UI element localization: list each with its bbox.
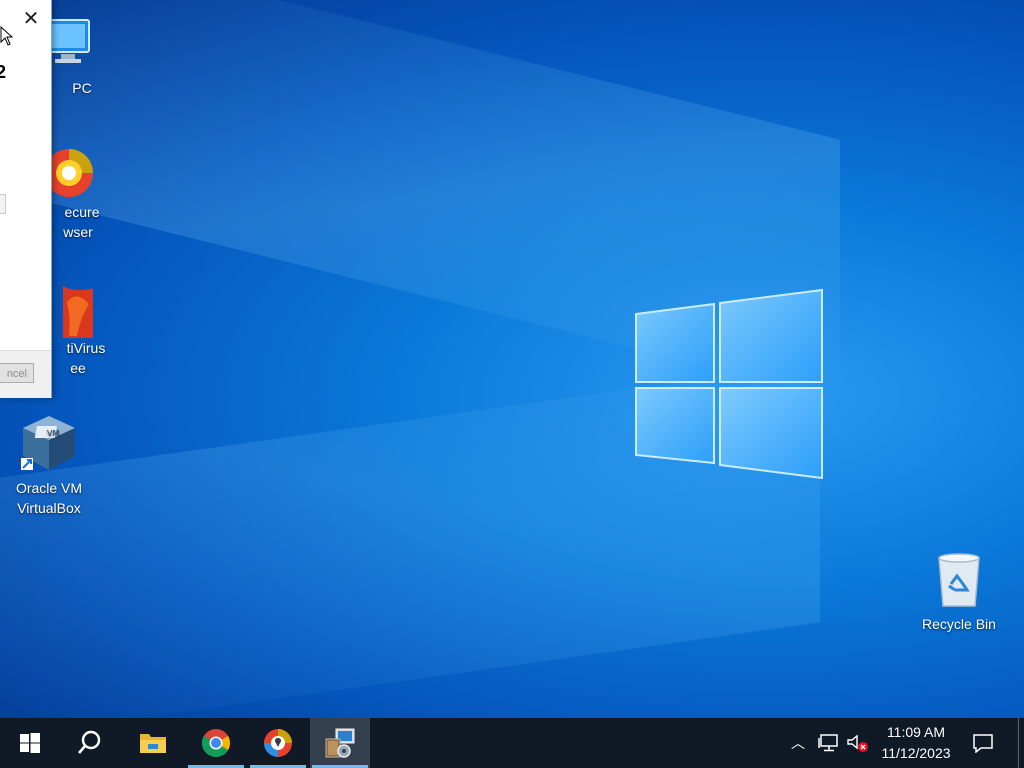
system-clock[interactable]: 11:09 AM 11/12/2023 xyxy=(872,722,960,764)
desktop-icon-virtualbox[interactable]: VM Oracle VM VirtualBox xyxy=(4,414,94,518)
taskbar-secure-browser[interactable] xyxy=(248,718,308,768)
show-desktop-button[interactable] xyxy=(1018,718,1024,768)
dialog-input-fragment[interactable] xyxy=(0,194,6,214)
svg-text:VM: VM xyxy=(47,429,59,438)
action-center-icon[interactable] xyxy=(971,731,995,755)
cancel-button[interactable]: ncel xyxy=(0,363,34,383)
taskbar: ︿ 11:09 AM 11/12/2023 xyxy=(0,718,1024,768)
clock-date: 11/12/2023 xyxy=(881,745,951,761)
search-button[interactable] xyxy=(60,718,120,768)
dialog-title-fragment: 2 xyxy=(0,62,6,83)
start-button[interactable] xyxy=(0,718,60,768)
desktop-icon-recycle-bin[interactable]: Recycle Bin xyxy=(914,550,1004,634)
network-icon[interactable] xyxy=(817,731,841,755)
setup-installer-icon xyxy=(325,728,355,758)
windows-wallpaper-logo xyxy=(635,288,823,480)
taskbar-file-explorer[interactable] xyxy=(123,718,183,768)
setup-dialog-window[interactable]: ✕ 2 ncel xyxy=(0,0,52,398)
taskbar-setup-installer[interactable] xyxy=(310,718,370,768)
secure-browser-icon xyxy=(264,729,292,757)
search-icon xyxy=(78,730,101,754)
clock-time: 11:09 AM xyxy=(886,724,946,740)
recycle-bin-icon xyxy=(929,550,989,610)
desktop-background: PC ecure wser tiVirus ee VM Oracle VM Vi… xyxy=(0,0,1024,718)
windows-start-icon xyxy=(20,733,40,753)
close-icon[interactable]: ✕ xyxy=(18,6,44,32)
mouse-cursor-icon xyxy=(0,26,14,46)
virtualbox-icon: VM xyxy=(19,414,79,474)
volume-muted-icon[interactable] xyxy=(846,731,870,755)
file-explorer-icon xyxy=(140,734,166,753)
dialog-footer: ncel xyxy=(0,350,51,398)
taskbar-chrome[interactable] xyxy=(186,718,246,768)
chrome-icon xyxy=(202,729,230,757)
show-hidden-icons-chevron[interactable]: ︿ xyxy=(786,731,810,755)
